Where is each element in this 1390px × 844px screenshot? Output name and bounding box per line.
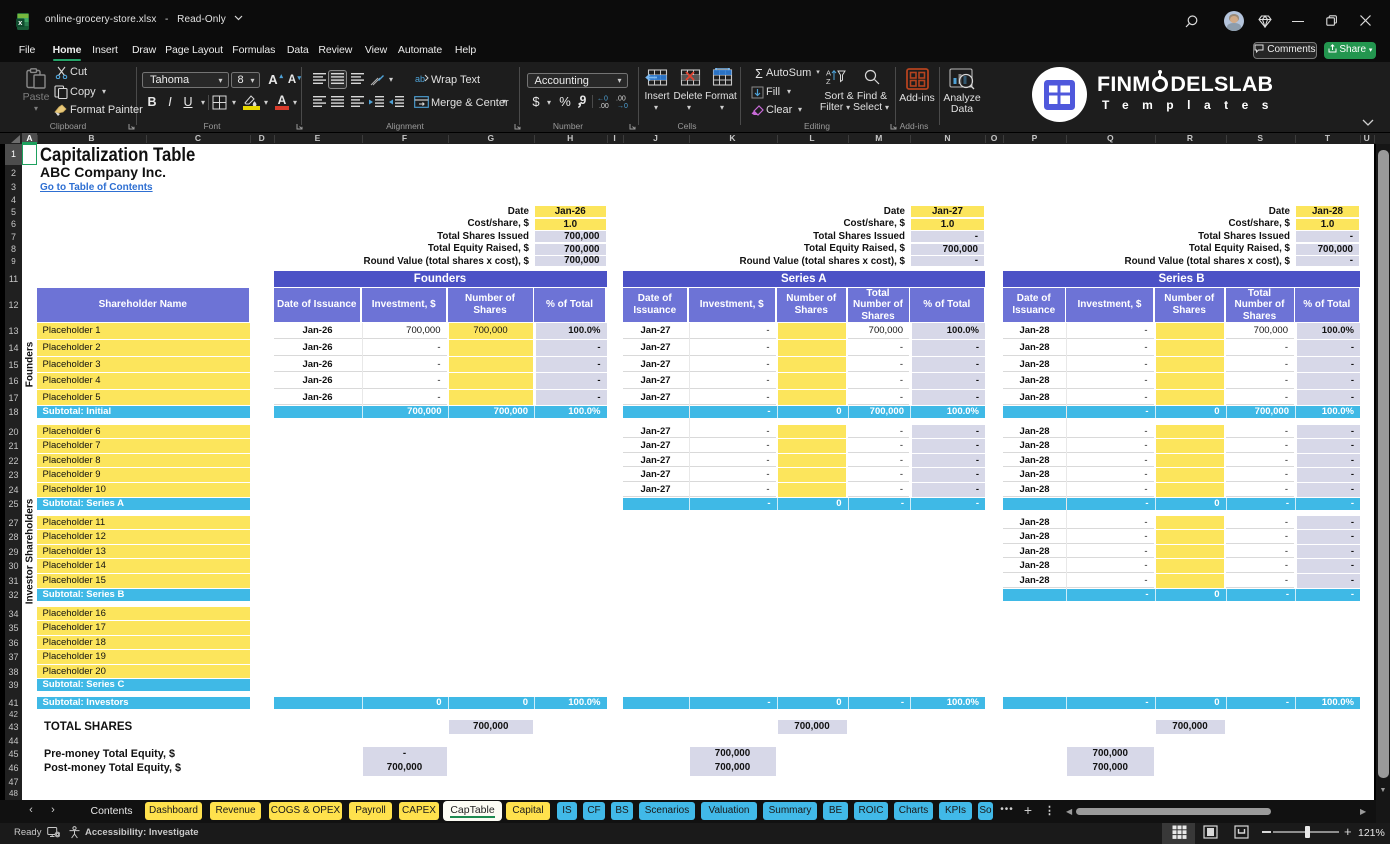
svg-text:ab: ab <box>415 74 425 84</box>
svg-text:←0: ←0 <box>597 96 608 103</box>
svg-text:→0: →0 <box>617 103 628 109</box>
svg-text:.00: .00 <box>599 103 609 109</box>
svg-text:Z: Z <box>826 77 831 85</box>
svg-text:.00: .00 <box>616 96 626 103</box>
